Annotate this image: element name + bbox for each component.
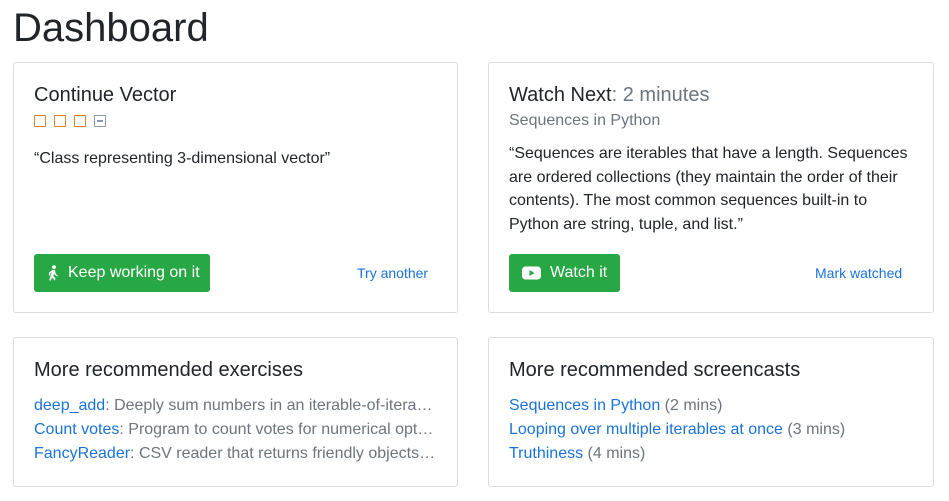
exercise-item: deep_add: Deeply sum numbers in an itera… [34,394,436,418]
screencast-description: “Sequences are iterables that have a len… [509,145,908,233]
exercise-item: FancyReader: CSV reader that returns fri… [34,442,436,466]
keep-working-button[interactable]: Keep working on it [34,254,210,292]
screencast-item-link[interactable]: Truthiness [509,445,583,462]
watch-it-button[interactable]: Watch it [509,254,620,292]
watch-it-label: Watch it [550,264,608,281]
screencast-list: Sequences in Python (2 mins) Looping over… [509,394,911,466]
recommended-exercises-card: More recommended exercises deep_add: Dee… [13,337,458,487]
exercise-item-description: : Deeply sum numbers in an iterable-of-i… [105,397,436,414]
screencast-item-link[interactable]: Sequences in Python [509,397,660,414]
screencast-item-description: (2 mins) [660,397,723,414]
exercise-description: “Class representing 3-dimensional vector… [34,150,331,167]
screencast-item-description: (4 mins) [583,445,646,462]
screencast-item-link[interactable]: Looping over multiple iterables at once [509,421,783,438]
screencasts-card-title: More recommended screencasts [509,359,801,381]
progress-box-2 [54,115,66,127]
exercise-item-link[interactable]: Count votes [34,421,119,438]
exercise-list: deep_add: Deeply sum numbers in an itera… [34,394,436,466]
screencast-item: Sequences in Python (2 mins) [509,394,911,418]
watch-title-label: Watch Next [509,84,612,106]
continue-exercise-card: Continue Vector “Class representing 3-di… [13,62,458,313]
screencast-subtitle: Sequences in Python [509,112,661,129]
continue-card-title: Continue Vector [34,84,177,106]
page-title: Dashboard [13,6,209,50]
progress-box-3 [74,115,86,127]
walking-person-icon [48,265,58,281]
exercises-card-title: More recommended exercises [34,359,303,381]
try-another-link[interactable]: Try another [357,265,428,281]
recommended-screencasts-card: More recommended screencasts Sequences i… [488,337,934,487]
mark-watched-link[interactable]: Mark watched [815,265,902,281]
watch-card-title: Watch Next: 2 minutes [509,83,709,107]
exercise-item-description: : CSV reader that returns friendly objec… [130,445,436,462]
keep-working-label: Keep working on it [68,264,200,281]
progress-box-1 [34,115,46,127]
watch-duration: : 2 minutes [611,84,710,106]
exercise-item: Count votes: Program to count votes for … [34,418,436,442]
screencast-item: Truthiness (4 mins) [509,442,911,466]
progress-box-4 [94,115,106,127]
watch-next-card: Watch Next: 2 minutes Sequences in Pytho… [488,62,934,313]
exercise-item-link[interactable]: FancyReader [34,445,130,462]
exercise-item-description: : Program to count votes for numerical o… [119,421,436,438]
exercise-item-link[interactable]: deep_add [34,397,105,414]
youtube-play-icon [522,266,541,280]
screencast-item-description: (3 mins) [782,421,846,438]
progress-indicator [34,115,106,127]
screencast-item: Looping over multiple iterables at once … [509,418,911,442]
